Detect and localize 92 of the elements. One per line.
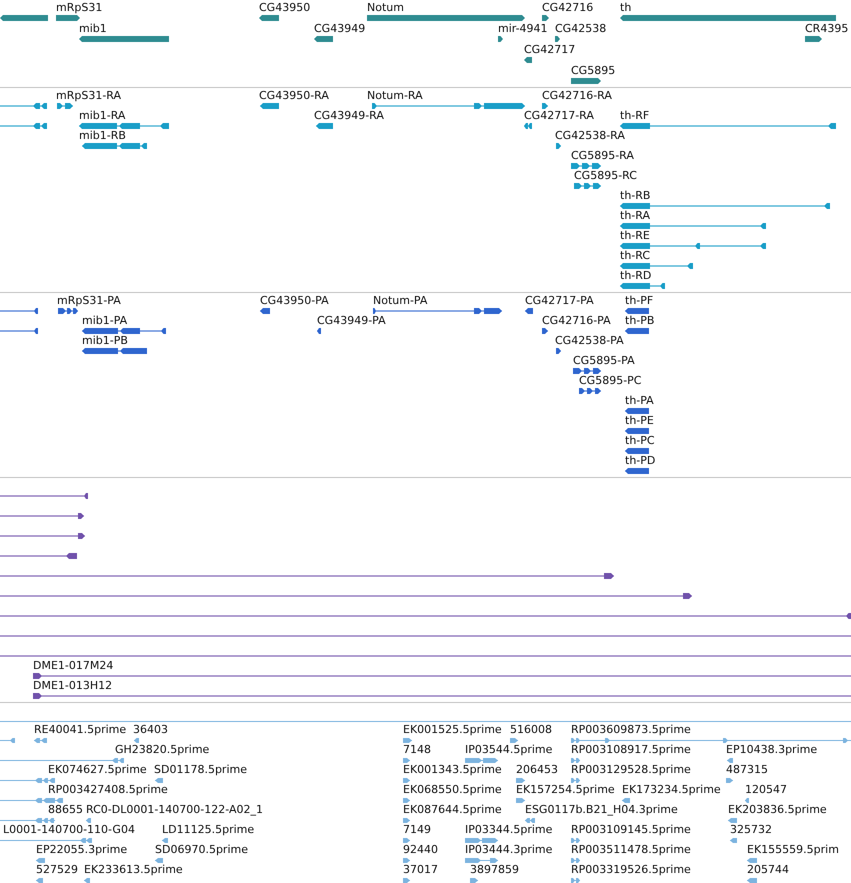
feature-label: CG5895-PC [579, 374, 642, 387]
feature-label: CG43950 [259, 1, 310, 14]
feature-label: 3897859 [470, 863, 519, 876]
feature-label: 205744 [747, 863, 789, 876]
feature-label: th-RB [620, 189, 650, 202]
feature-label: mib1-PB [82, 334, 128, 347]
feature-label: RP003319526.5prime [571, 863, 691, 876]
feature-label: DME1-017M24 [33, 659, 114, 672]
feature-label: CG42716-RA [542, 89, 612, 102]
feature-label: th-RA [620, 209, 650, 222]
feature-label: 206453 [516, 763, 558, 776]
feature-label: CG43949-PA [317, 314, 386, 327]
feature-label: th-PE [625, 414, 654, 427]
feature-label: CG43949-RA [314, 109, 384, 122]
feature-label: th-RF [620, 109, 650, 122]
feature-label: IP03444.3prime [465, 843, 552, 856]
feature-label: SD06970.5prime [155, 843, 248, 856]
feature-label: ESG0117b.B21_H04.3prime [525, 803, 678, 816]
feature-label: th-PA [625, 394, 654, 407]
feature-label: mRpS31 [56, 1, 102, 14]
feature-label: CG42538-RA [555, 129, 625, 142]
feature-label: mir-4941 [498, 22, 548, 35]
feature-label: CG42717 [524, 43, 576, 56]
feature-label: Notum [367, 1, 404, 14]
feature-label: RP003108917.5prime [571, 743, 691, 756]
feature-label: RE40041.5prime [34, 723, 126, 736]
feature-label: 37017 [403, 863, 438, 876]
feature-label: RC0-DL0001-140700-122-A02_1 [86, 803, 264, 816]
feature-label: RP003109145.5prime [571, 823, 691, 836]
feature-label: CG43949 [314, 22, 366, 35]
feature-label: th-PD [625, 454, 656, 467]
feature-label: EK155559.5prim [747, 843, 839, 856]
feature-label: CG42717-PA [525, 294, 594, 307]
feature-label: EP22055.3prime [36, 843, 128, 856]
feature-label: th [620, 1, 632, 14]
feature-label: th-PB [625, 314, 654, 327]
feature-label: th-RC [620, 249, 650, 262]
feature-label: CG43950-PA [260, 294, 329, 307]
feature-label: EK001343.5prime [403, 763, 502, 776]
feature-label: CR4395 [805, 22, 848, 35]
feature-label: Notum-PA [373, 294, 428, 307]
feature-label: mRpS31-PA [57, 294, 121, 307]
feature-label: 527529 [36, 863, 78, 876]
feature-label: th-PC [625, 434, 655, 447]
feature-label: RP003129528.5prime [571, 763, 691, 776]
feature-label: DME1-013H12 [33, 679, 112, 692]
feature-label: 7148 [403, 743, 431, 756]
feature-label: EK203836.5prime [728, 803, 827, 816]
feature-label: Notum-RA [367, 89, 423, 102]
feature-label: th-RD [620, 269, 652, 282]
feature-label: EK157254.5prime [516, 783, 615, 796]
feature-label: 120547 [745, 783, 787, 796]
feature-label: CG5895-RA [571, 149, 634, 162]
feature-label: mib1-RA [79, 109, 126, 122]
feature-label: IP03544.5prime [465, 743, 552, 756]
feature-label: 7149 [403, 823, 431, 836]
feature-label: CG42538 [555, 22, 606, 35]
feature-label: EK087644.5prime [403, 803, 502, 816]
feature-label: CG5895-RC [574, 169, 637, 182]
feature-label: mib1 [79, 22, 107, 35]
feature-label: RP003427408.5prime [48, 783, 168, 796]
feature-label: GH23820.5prime [115, 743, 210, 756]
feature-label: th-RE [620, 229, 650, 242]
feature-label: CG43950-RA [259, 89, 329, 102]
feature-label: EP10438.3prime [726, 743, 818, 756]
feature-label: 88655 [48, 803, 83, 816]
feature-label: CG42717-RA [524, 109, 594, 122]
feature-label: 516008 [510, 723, 552, 736]
feature-label: CG5895-PA [573, 354, 635, 367]
feature-label: 92440 [403, 843, 438, 856]
feature-label: mib1-PA [82, 314, 128, 327]
feature-label: EK173234.5prime [622, 783, 721, 796]
feature-label: 325732 [730, 823, 772, 836]
feature-label: LD11125.5prime [162, 823, 254, 836]
feature-label: mRpS31-RA [56, 89, 122, 102]
feature-label: CG42716 [542, 1, 594, 14]
feature-label: 487315 [726, 763, 768, 776]
feature-label: EK074627.5prime [48, 763, 147, 776]
feature-label: EK233613.5prime [84, 863, 183, 876]
feature-label: RP003609873.5prime [571, 723, 691, 736]
feature-label: CG5895 [571, 64, 616, 77]
feature-label: SD01178.5prime [154, 763, 247, 776]
feature-label: L0001-140700-110-G04 [3, 823, 135, 836]
feature-label: th-PF [625, 294, 654, 307]
feature-label: CG42716-PA [542, 314, 611, 327]
feature-label: RP003511478.5prime [571, 843, 691, 856]
feature-label: IP03344.5prime [465, 823, 552, 836]
feature-label: mib1-RB [79, 129, 126, 142]
feature-label: 36403 [133, 723, 168, 736]
feature-label: CG42538-PA [555, 334, 624, 347]
feature-label: EK001525.5prime [403, 723, 502, 736]
feature-label: EK068550.5prime [403, 783, 502, 796]
